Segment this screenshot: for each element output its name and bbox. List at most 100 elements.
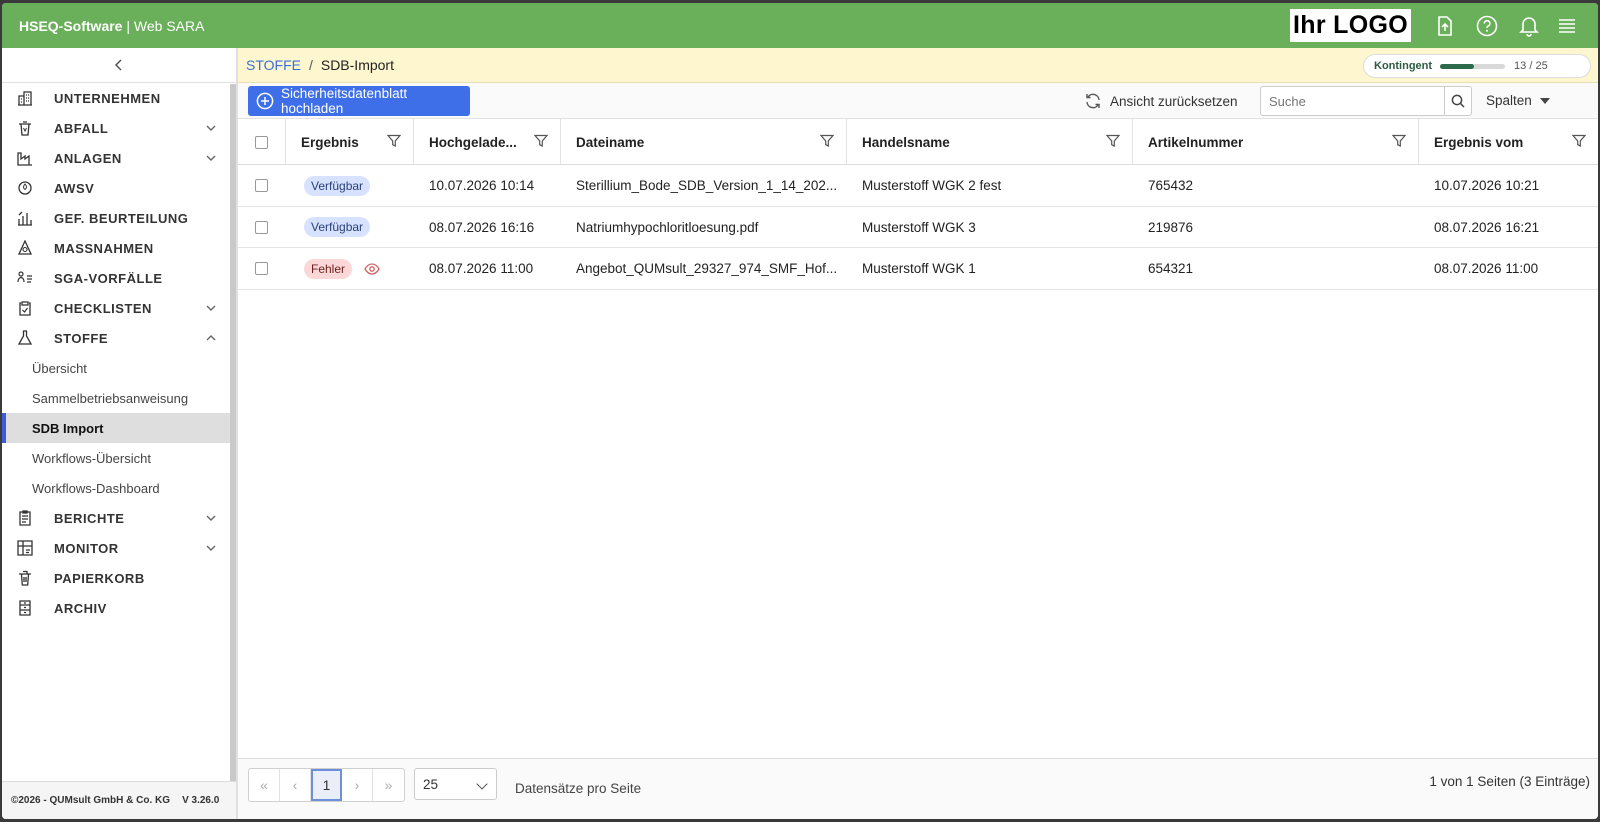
filter-icon[interactable]	[534, 134, 548, 148]
help-button[interactable]	[1472, 11, 1502, 41]
column-header-ergebnis[interactable]: Ergebnis	[286, 119, 414, 165]
cell-artikelnummer: 765432	[1148, 178, 1194, 193]
brand-bold: HSEQ-Software	[19, 17, 123, 34]
page-1-button[interactable]: 1	[311, 769, 342, 801]
columns-dropdown[interactable]: Spalten	[1486, 93, 1550, 108]
cell-dateiname: Natriumhypochloritloesung.pdf	[576, 219, 759, 235]
cell-artikelnummer: 654321	[1148, 261, 1194, 276]
incident-icon	[17, 270, 33, 286]
sidebar-item-archiv[interactable]: ARCHIV	[2, 593, 230, 623]
sidebar-subitem-sdb-import[interactable]: SDB Import	[2, 413, 230, 443]
sidebar-subitem-uebersicht[interactable]: Übersicht	[2, 353, 230, 383]
sidebar-footer: ©2026 - QUMsult GmbH & Co. KG V 3.26.0	[2, 781, 236, 819]
company-logo: Ihr LOGO	[1290, 9, 1411, 42]
sidebar-item-berichte[interactable]: BERICHTE	[2, 503, 230, 533]
filter-icon[interactable]	[1572, 134, 1586, 148]
sidebar-collapse-button[interactable]	[2, 48, 236, 83]
breadcrumb-link-stoffe[interactable]: STOFFE	[246, 57, 301, 73]
top-bar: HSEQ-Software | Web SARA Ihr LOGO	[2, 3, 1598, 48]
sidebar-item-abfall[interactable]: ABFALL	[2, 113, 230, 143]
column-header-artikelnummer[interactable]: Artikelnummer	[1133, 119, 1419, 165]
sidebar-item-label: MASSNAHMEN	[54, 240, 154, 256]
sidebar-item-label: AWSV	[54, 180, 95, 196]
sidebar-item-label: BERICHTE	[54, 510, 125, 526]
sidebar-subitem-sammelbetriebsanweisung[interactable]: Sammelbetriebsanweisung	[2, 383, 230, 413]
caret-down-icon	[1539, 97, 1550, 104]
brand-separator: |	[122, 17, 134, 34]
sidebar-item-label: ABFALL	[54, 120, 109, 136]
sidebar-item-anlagen[interactable]: ANLAGEN	[2, 143, 230, 173]
table-row[interactable]: Verfügbar 08.07.2026 16:16 Natriumhypoch…	[238, 207, 1598, 248]
sidebar-item-awsv[interactable]: AWSV	[2, 173, 230, 203]
brand-product: Web SARA	[133, 17, 205, 34]
app-window: HSEQ-Software | Web SARA Ihr LOGO UNTERN…	[2, 3, 1598, 819]
sidebar-item-papierkorb[interactable]: PAPIERKORB	[2, 563, 230, 593]
select-all-checkbox[interactable]	[255, 135, 268, 149]
upload-sdb-button[interactable]: Sicherheitsdatenblatt hochladen	[248, 86, 470, 116]
reset-view-button[interactable]: Ansicht zurücksetzen	[1084, 92, 1238, 110]
cell-dateiname: Sterillium_Bode_SDB_Version_1_14_202...	[576, 178, 838, 193]
chevron-up-icon	[206, 335, 216, 341]
sidebar-subitem-workflows-uebersicht[interactable]: Workflows-Übersicht	[2, 443, 230, 473]
bell-icon	[1519, 17, 1539, 37]
cell-artikelnummer: 219876	[1148, 219, 1194, 235]
last-page-button[interactable]: »	[373, 769, 404, 801]
breadcrumb-separator: /	[308, 57, 313, 73]
filter-icon[interactable]	[1106, 134, 1120, 148]
filter-icon[interactable]	[1392, 134, 1406, 148]
column-header-label: Ergebnis	[301, 134, 359, 150]
filter-icon[interactable]	[820, 134, 834, 148]
sidebar-item-unternehmen[interactable]: UNTERNEHMEN	[2, 83, 230, 113]
page-size-select[interactable]: 25	[414, 768, 497, 800]
sidebar-item-checklisten[interactable]: CHECKLISTEN	[2, 293, 230, 323]
file-upload-button[interactable]	[1430, 11, 1460, 41]
search-button[interactable]	[1444, 87, 1471, 115]
sidebar-item-gef-beurteilung[interactable]: GEF. BEURTEILUNG	[2, 203, 230, 233]
cell-ergebnis-vom: 10.07.2026 10:21	[1434, 178, 1540, 193]
sidebar-item-monitor[interactable]: MONITOR	[2, 533, 230, 563]
row-checkbox[interactable]	[255, 179, 268, 192]
next-page-button[interactable]: ›	[342, 769, 373, 801]
header-select-all	[238, 119, 286, 165]
row-checkbox[interactable]	[255, 262, 268, 275]
sidebar-item-massnahmen[interactable]: MASSNAHMEN	[2, 233, 230, 263]
sidebar-item-stoffe[interactable]: STOFFE	[2, 323, 230, 353]
factory-icon	[17, 150, 33, 166]
quota-progress-fill	[1440, 63, 1474, 69]
prev-page-button[interactable]: ‹	[280, 769, 311, 801]
chevron-down-icon	[476, 778, 488, 790]
sidebar-subitem-workflows-dashboard[interactable]: Workflows-Dashboard	[2, 473, 230, 503]
sidebar-item-label: MONITOR	[54, 540, 119, 556]
view-error-button[interactable]	[364, 262, 380, 275]
main-menu-button[interactable]	[1552, 11, 1582, 41]
column-header-label: Dateiname	[576, 134, 645, 150]
archive-icon	[17, 600, 33, 616]
clipboard-check-icon	[17, 300, 33, 316]
sidebar-item-sga-vorfaelle[interactable]: SGA-VORFÄLLE	[2, 263, 230, 293]
sidebar-subitem-label: Workflows-Dashboard	[32, 480, 160, 496]
search-box	[1260, 86, 1472, 116]
eye-icon	[364, 262, 380, 275]
risk-chart-icon	[17, 210, 33, 226]
cell-hochgeladen: 10.07.2026 10:14	[429, 178, 535, 193]
table-row[interactable]: Fehler 08.07.2026 11:00 Angebot_QUMsult_…	[238, 248, 1598, 290]
cell-handelsname: Musterstoff WGK 3	[862, 219, 976, 235]
row-checkbox[interactable]	[255, 220, 268, 234]
table-row[interactable]: Verfügbar 10.07.2026 10:14 Sterillium_Bo…	[238, 165, 1598, 207]
file-upload-icon	[1438, 16, 1452, 36]
notifications-button[interactable]	[1514, 11, 1544, 41]
column-header-handelsname[interactable]: Handelsname	[847, 119, 1133, 165]
column-header-dateiname[interactable]: Dateiname	[561, 119, 847, 165]
filter-icon[interactable]	[387, 134, 401, 148]
quota-progress-track	[1440, 63, 1506, 69]
first-page-button[interactable]: «	[249, 769, 280, 801]
column-header-label: Artikelnummer	[1148, 134, 1244, 150]
copyright-text: ©2026 - QUMsult GmbH & Co. KG	[11, 795, 171, 806]
sidebar-item-label: PAPIERKORB	[54, 570, 145, 586]
chevron-down-icon	[206, 305, 216, 311]
quota-indicator: Kontingent 13 / 25	[1363, 54, 1591, 78]
search-input[interactable]	[1261, 87, 1444, 115]
column-header-hochgeladen[interactable]: Hochgelade...	[414, 119, 561, 165]
version-text: V 3.26.0	[182, 795, 220, 806]
column-header-ergebnis-vom[interactable]: Ergebnis vom	[1419, 119, 1598, 165]
